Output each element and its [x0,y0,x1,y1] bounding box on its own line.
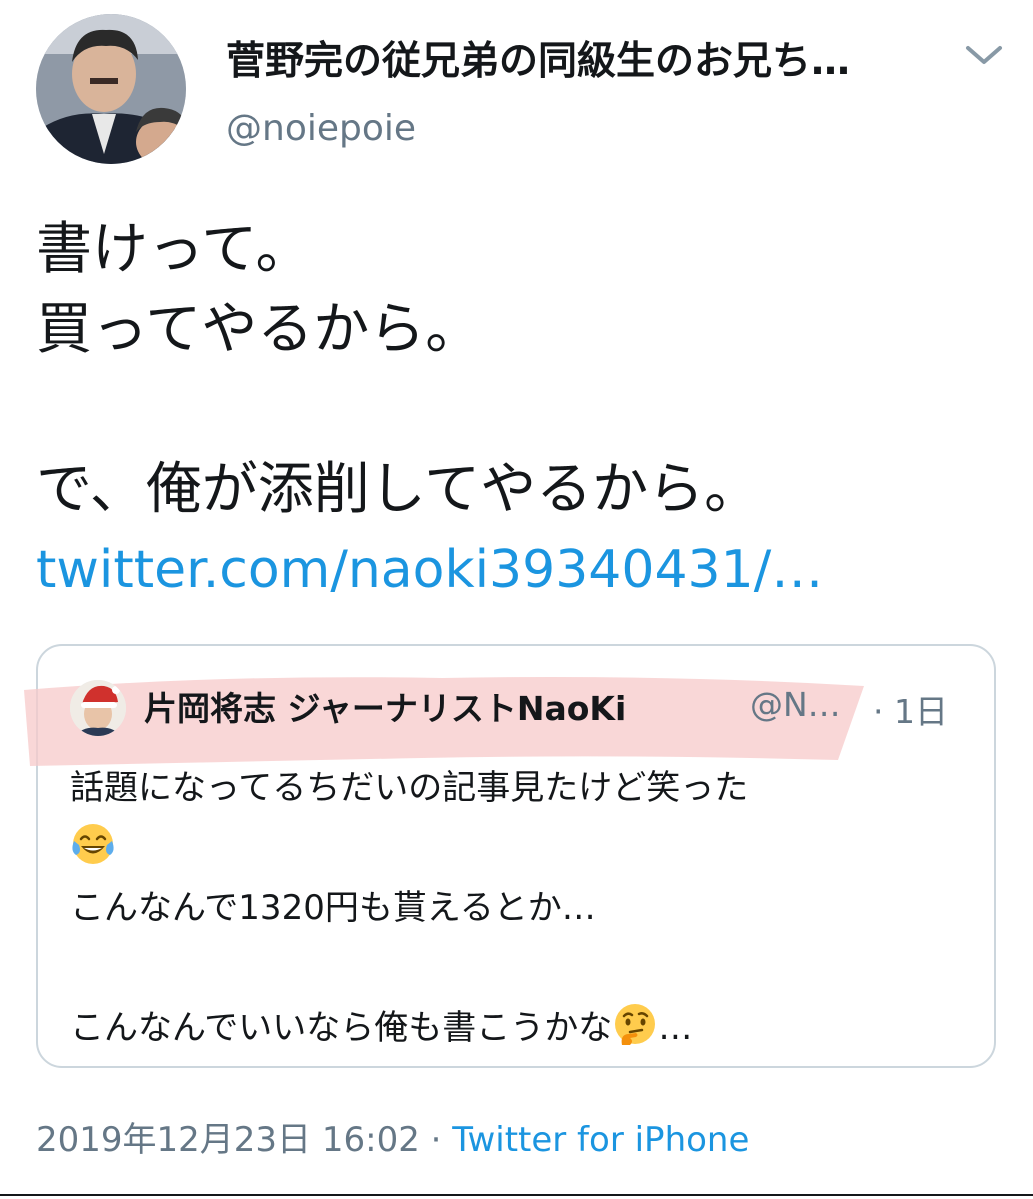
author-avatar[interactable] [36,14,186,164]
quoted-author-handle[interactable]: @N… [750,685,841,724]
author-handle[interactable]: @noiepoie [226,108,416,149]
quoted-tweet-time: · 1日 [873,692,948,731]
tweet-text-line: で、俺が添削してやるから。 [36,457,761,522]
quoted-emoji-line [70,818,970,878]
profile-photo-icon [36,14,186,164]
tweet-body: 書けって。 買ってやるから。 で、俺が添削してやるから。 twitter.com… [36,210,1006,610]
santa-hat-avatar-icon [70,680,126,736]
divider [0,1194,1033,1196]
tweet-footer: 2019年12月23日 16:02 · Twitter for iPhone [36,1112,749,1161]
chevron-down-icon[interactable] [962,40,1006,70]
quoted-text-line: 話題になってるちだいの記事見たけど笑った [70,768,749,808]
quoted-author-display-name[interactable]: 片岡将志 ジャーナリストNaoKi [144,682,626,730]
quoted-text-line-with-emoji: こんなんでいいなら俺も書こうかな … [70,998,970,1058]
quoted-text: こんなんでいいなら俺も書こうかな [70,1008,613,1048]
tweet-link[interactable]: twitter.com/naoki39340431/… [36,530,1006,610]
thinking-face-icon [615,1004,656,1045]
footer-separator: · [430,1120,442,1160]
tweet-text-line: 書けって。 [36,217,312,282]
tweet-source-link[interactable]: Twitter for iPhone [452,1120,749,1160]
tweet: 菅野完の従兄弟の同級生のお兄ち… @noiepoie 書けって。 買ってやるから… [0,0,1033,1199]
quoted-text-line: こんなんで1320円も貰えるとか… [70,888,596,928]
quoted-blank-line [70,938,970,998]
tweet-text-line: 買ってやるから。 [36,297,482,362]
tweet-timestamp[interactable]: 2019年12月23日 16:02 [36,1120,420,1160]
quoted-tweet-body: 話題になってるちだいの記事見たけど笑った こんなんで1320円も貰えるとか… こ… [70,758,970,1058]
quoted-text-ellipsis: … [658,1008,693,1048]
author-display-name[interactable]: 菅野完の従兄弟の同級生のお兄ち… [226,30,850,86]
quoted-author-avatar[interactable] [70,680,126,736]
face-with-tears-of-joy-icon [72,824,114,864]
